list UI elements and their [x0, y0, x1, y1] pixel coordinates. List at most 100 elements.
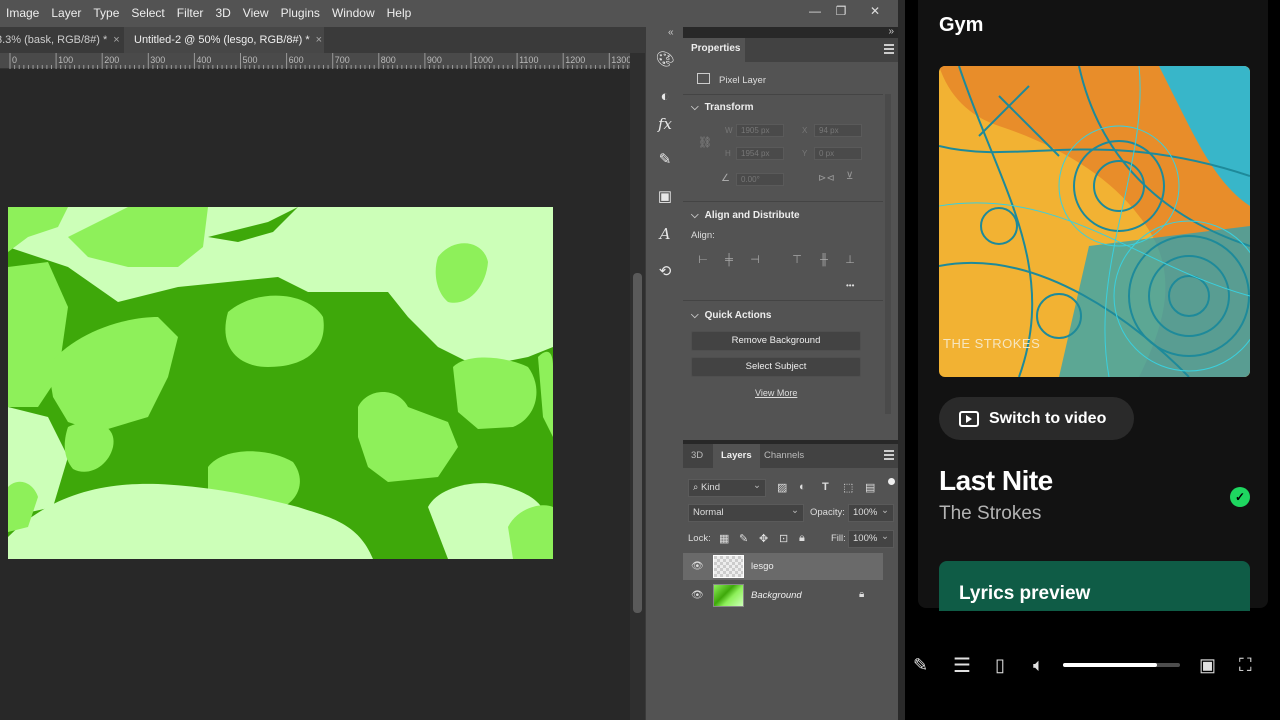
tab-close-icon[interactable]: ×: [316, 34, 322, 46]
queue-icon[interactable]: ☰: [953, 653, 971, 678]
align-bottom-icon[interactable]: ⊥: [844, 254, 856, 266]
album-art[interactable]: THE STROKES: [939, 66, 1250, 377]
switch-to-video-button[interactable]: Switch to video: [939, 397, 1134, 440]
layer-name[interactable]: Background: [751, 590, 802, 601]
menu-view[interactable]: View: [237, 0, 275, 27]
lock-all-icon[interactable]: 🔒︎: [799, 532, 805, 545]
visibility-eye-icon[interactable]: 👁︎: [691, 561, 704, 572]
restore-button[interactable]: ❐: [826, 0, 856, 22]
tab-document-2[interactable]: Untitled-2 @ 50% (lesgo, RGB/8#) * ×: [124, 27, 324, 53]
tab-document-1[interactable]: 3.3% (bask, RGB/8#) * ×: [0, 27, 124, 53]
scrollbar-thumb[interactable]: [633, 273, 642, 613]
align-vcenter-icon[interactable]: ╫: [818, 254, 830, 266]
track-title[interactable]: Last Nite: [939, 465, 1053, 497]
link-icon[interactable]: ⛓: [698, 136, 712, 149]
layer-row-background[interactable]: 👁︎ Background 🔒︎: [683, 582, 883, 609]
flip-horizontal-icon[interactable]: ⊳⊲: [818, 173, 835, 184]
align-right-icon[interactable]: ⊣: [749, 254, 761, 266]
fx-icon[interactable]: fx: [654, 113, 676, 135]
switch-to-video-label: Switch to video: [989, 409, 1107, 427]
menu-plugins[interactable]: Plugins: [275, 0, 326, 27]
playlist-title[interactable]: Gym: [939, 14, 983, 37]
filter-pixel-icon[interactable]: ▨: [777, 481, 787, 494]
clone-source-icon[interactable]: ▣: [654, 185, 676, 207]
menu-select[interactable]: Select: [125, 0, 170, 27]
angle-field[interactable]: 0.00°: [736, 173, 784, 186]
quick-actions-header[interactable]: Quick Actions: [691, 310, 772, 321]
tab-layers[interactable]: Layers: [713, 444, 760, 468]
menu-window[interactable]: Window: [326, 0, 381, 27]
layer-row-lesgo[interactable]: 👁︎ lesgo: [683, 553, 883, 580]
ruler-tick-label: 200: [104, 55, 119, 65]
align-left-icon[interactable]: ⊢: [697, 254, 709, 266]
visibility-eye-icon[interactable]: 👁︎: [691, 590, 704, 601]
canvas-scrollbar[interactable]: [630, 53, 645, 720]
tab-channels[interactable]: Channels: [756, 444, 812, 468]
y-field[interactable]: 0 px: [814, 147, 862, 160]
filter-toggle-icon[interactable]: [888, 478, 895, 485]
filter-kind-dropdown[interactable]: ⌕ Kind: [688, 478, 766, 497]
microphone-icon[interactable]: ✎: [913, 655, 928, 676]
filter-type-icon[interactable]: T: [822, 481, 829, 493]
flip-vertical-icon[interactable]: ⊻: [846, 171, 853, 182]
track-artist[interactable]: The Strokes: [939, 503, 1041, 525]
menu-filter[interactable]: Filter: [171, 0, 210, 27]
panel-menu-icon[interactable]: [884, 44, 894, 54]
palette-icon[interactable]: 🎨︎: [654, 48, 676, 70]
volume-slider[interactable]: [1063, 663, 1180, 667]
collapse-left-icon[interactable]: «: [668, 27, 674, 38]
character-icon[interactable]: A: [654, 223, 676, 245]
height-field[interactable]: 1954 px: [736, 147, 784, 160]
lock-position-icon[interactable]: ✥: [759, 532, 768, 545]
ruler-tick-label: 1100: [519, 55, 538, 65]
filter-smart-object-icon[interactable]: ▤: [865, 481, 875, 494]
menu-layer[interactable]: Layer: [45, 0, 87, 27]
miniplayer-icon[interactable]: ▣: [1199, 655, 1216, 676]
fill-field[interactable]: 100%: [848, 529, 894, 548]
volume-icon[interactable]: 🔈︎: [1033, 655, 1044, 676]
tab-3d[interactable]: 3D: [683, 444, 711, 468]
close-window-button[interactable]: ✕: [860, 0, 890, 22]
x-label: X: [802, 126, 808, 135]
tab-properties[interactable]: Properties: [683, 38, 745, 62]
filter-shape-icon[interactable]: ⬚: [843, 481, 853, 494]
collapse-right-icon[interactable]: »: [888, 26, 894, 37]
select-subject-button[interactable]: Select Subject: [691, 357, 861, 377]
lyrics-preview-card[interactable]: Lyrics preview: [939, 561, 1250, 611]
layer-name[interactable]: lesgo: [751, 561, 774, 572]
ruler-tick-label: 1000: [473, 55, 493, 65]
x-field[interactable]: 94 px: [814, 124, 862, 137]
panel-menu-icon[interactable]: [884, 450, 894, 460]
menu-type[interactable]: Type: [87, 0, 125, 27]
properties-scrollbar[interactable]: [885, 94, 891, 414]
lock-transparent-icon[interactable]: ▦: [719, 532, 729, 545]
filter-adjustment-icon[interactable]: ◐: [799, 481, 806, 493]
ruler-tick-label: 600: [289, 55, 304, 65]
menu-help[interactable]: Help: [381, 0, 418, 27]
transform-header[interactable]: Transform: [691, 102, 754, 113]
document-canvas[interactable]: [8, 207, 553, 559]
opacity-field[interactable]: 100%: [848, 503, 894, 522]
menu-image[interactable]: Image: [0, 0, 45, 27]
ruler-tick-label: 400: [196, 55, 211, 65]
align-top-icon[interactable]: ⊤: [791, 254, 803, 266]
blend-mode-dropdown[interactable]: Normal: [688, 503, 804, 522]
history-icon[interactable]: ⟲: [654, 260, 676, 282]
adjustments-icon[interactable]: ◐: [654, 85, 676, 107]
view-more-link[interactable]: View More: [755, 388, 797, 398]
remove-background-button[interactable]: Remove Background: [691, 331, 861, 351]
saved-check-icon[interactable]: ✓: [1230, 487, 1250, 507]
w-label: W: [725, 126, 733, 135]
menu-3d[interactable]: 3D: [209, 0, 236, 27]
tab-close-icon[interactable]: ×: [113, 34, 119, 46]
fullscreen-icon[interactable]: ⛶: [1239, 655, 1252, 676]
width-field[interactable]: 1905 px: [736, 124, 784, 137]
lock-artboard-icon[interactable]: ⊡: [779, 532, 788, 545]
h-label: H: [725, 149, 731, 158]
align-hcenter-icon[interactable]: ╪: [723, 254, 735, 266]
lock-pixels-icon[interactable]: ✎: [739, 532, 748, 545]
connect-device-icon[interactable]: ▯: [995, 655, 1005, 676]
brush-settings-icon[interactable]: ✎: [654, 148, 676, 170]
align-distribute-header[interactable]: Align and Distribute: [691, 210, 800, 221]
more-options-icon[interactable]: •••: [846, 281, 854, 290]
